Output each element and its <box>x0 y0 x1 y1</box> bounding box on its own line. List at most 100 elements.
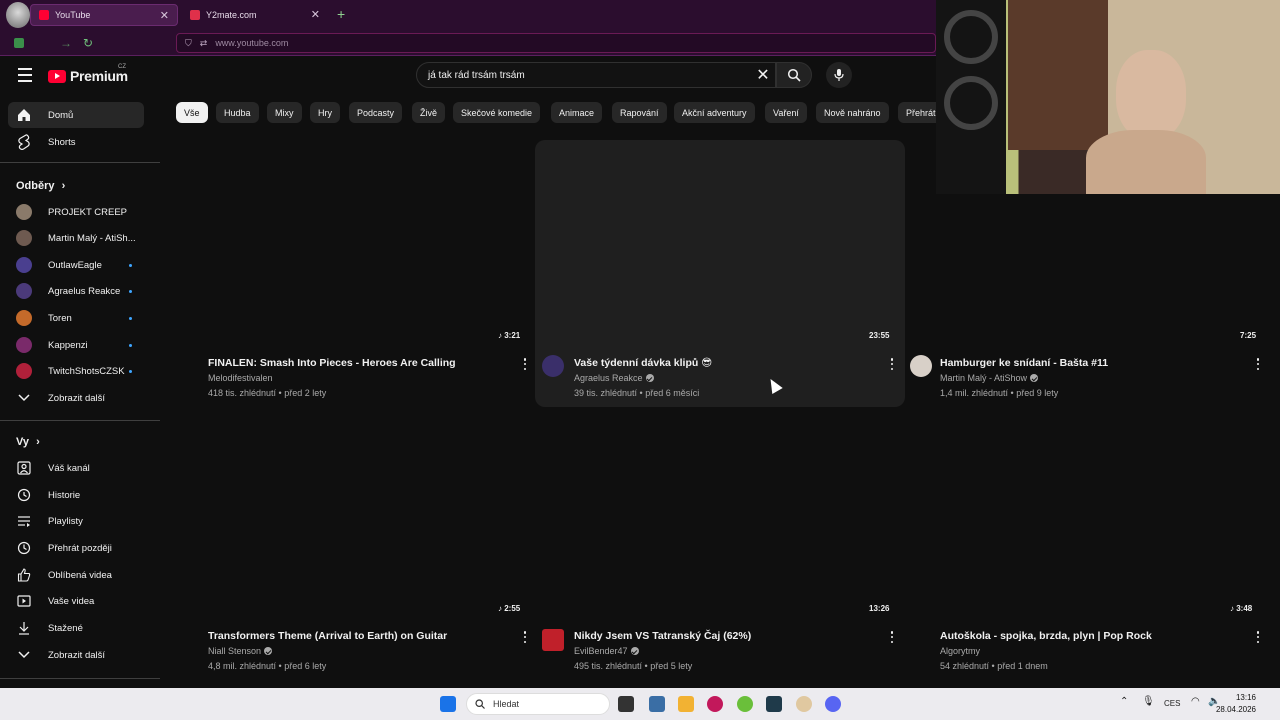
clear-search-icon[interactable]: ✕ <box>754 66 772 84</box>
chip-play[interactable]: Přehrát <box>898 102 936 123</box>
wifi-icon[interactable]: ◠ <box>1191 696 1200 707</box>
chip-sketch-comedy[interactable]: Skečové komedie <box>453 102 541 123</box>
channel-name[interactable]: Niall Stenson <box>208 646 273 656</box>
voice-search-button[interactable] <box>826 62 852 88</box>
sidebar-sub-twitchshots[interactable]: TwitchShotsCZSK <box>8 358 144 384</box>
video-thumbnail[interactable] <box>176 140 536 340</box>
url-text[interactable]: www.youtube.com <box>215 38 288 48</box>
store-icon[interactable] <box>649 696 665 712</box>
address-bar[interactable]: ⛉ ⇄ www.youtube.com <box>176 33 936 53</box>
chip-mixes[interactable]: Mixy <box>267 102 302 123</box>
sidebar-item-playlists[interactable]: Playlisty <box>8 508 144 534</box>
video-title[interactable]: Vaše týdenní dávka klipů 😎 <box>574 357 712 369</box>
you-heading-label[interactable]: Vy <box>16 436 29 448</box>
video-title[interactable]: Nikdy Jsem VS Tatranský Čaj (62%) <box>574 630 751 642</box>
microphone-icon[interactable]: 🎙 <box>1142 696 1155 707</box>
discord-icon[interactable] <box>825 696 841 712</box>
video-title[interactable]: Autoškola - spojka, brzda, plyn | Pop Ro… <box>940 630 1152 642</box>
video-title[interactable]: Hamburger ke snídaní - Bašta #11 <box>940 357 1108 369</box>
app-icon[interactable] <box>737 696 753 712</box>
more-actions-icon[interactable] <box>888 630 896 644</box>
video-thumbnail[interactable] <box>908 414 1268 614</box>
more-actions-icon[interactable] <box>1254 630 1262 644</box>
close-tab-icon[interactable]: ✕ <box>311 8 320 21</box>
more-actions-icon[interactable] <box>521 630 529 644</box>
channel-name[interactable]: Melodifestivalen <box>208 373 273 383</box>
tab-y2mate[interactable]: Y2mate.com ✕ <box>182 4 328 26</box>
channel-name[interactable]: EvilBender47 <box>574 646 639 656</box>
sidebar-item-your-channel[interactable]: Váš kanál <box>8 455 144 481</box>
subscriptions-heading[interactable]: Odběry › <box>16 180 65 192</box>
chip-action-adventure[interactable]: Akční adventury <box>674 102 755 123</box>
taskbar-search-placeholder[interactable]: Hledat <box>493 699 519 709</box>
sidebar-sub-martin-maly[interactable]: Martin Malý - AtiSh... <box>8 225 144 251</box>
channel-name[interactable]: Martin Malý - AtiShow <box>940 373 1039 383</box>
channel-name-text[interactable]: Agraelus Reakce <box>574 373 643 383</box>
sidebar-item-watch-later[interactable]: Přehrát později <box>8 535 144 561</box>
sidebar-sub-kappenzi[interactable]: Kappenzi <box>8 332 144 358</box>
chip-music[interactable]: Hudba <box>216 102 259 123</box>
channel-name-text[interactable]: EvilBender47 <box>574 646 628 656</box>
search-button[interactable] <box>776 62 812 88</box>
channel-avatar[interactable] <box>910 355 932 377</box>
chip-recently-uploaded[interactable]: Nově nahráno <box>816 102 889 123</box>
windows-start-icon[interactable] <box>440 696 456 712</box>
chip-rap[interactable]: Rapování <box>612 102 667 123</box>
video-title[interactable]: Transformers Theme (Arrival to Earth) on… <box>208 630 447 642</box>
sidebar-item-your-videos[interactable]: Vaše videa <box>8 588 144 614</box>
channel-name-text[interactable]: Martin Malý - AtiShow <box>940 373 1027 383</box>
close-tab-icon[interactable]: ✕ <box>160 9 169 22</box>
search-input[interactable]: já tak rád trsám trsám <box>416 62 776 88</box>
channel-avatar[interactable] <box>542 629 564 651</box>
chip-podcasts[interactable]: Podcasty <box>349 102 403 123</box>
sidebar-sub-outlaweagle[interactable]: OutlawEagle <box>8 252 144 278</box>
browser-avatar[interactable] <box>6 2 30 28</box>
forward-icon[interactable]: → <box>60 36 72 50</box>
more-actions-icon[interactable] <box>521 357 529 371</box>
app-icon[interactable] <box>796 696 812 712</box>
browser-icon[interactable] <box>707 696 723 712</box>
chevron-up-icon[interactable]: ⌃ <box>1120 696 1128 707</box>
sidebar-item-liked-videos[interactable]: Oblíbená videa <box>8 562 144 588</box>
channel-avatar[interactable] <box>542 355 564 377</box>
chip-all[interactable]: Vše <box>176 102 208 123</box>
taskbar-search[interactable]: Hledat <box>466 693 610 715</box>
sidebar-subs-show-more[interactable]: Zobrazit další <box>8 385 144 411</box>
sidebar-item-home[interactable]: Domů <box>8 102 144 128</box>
sidebar-item-history[interactable]: Historie <box>8 482 144 508</box>
language-indicator[interactable]: CES <box>1164 699 1180 708</box>
channel-name[interactable]: Agraelus Reakce <box>574 373 654 383</box>
video-thumbnail[interactable] <box>535 414 905 614</box>
chip-games[interactable]: Hry <box>310 102 340 123</box>
shield-icon[interactable]: ⛉ <box>185 38 192 49</box>
video-thumbnail[interactable] <box>176 414 536 614</box>
sidebar-sub-toren[interactable]: Toren <box>8 305 144 331</box>
chip-live[interactable]: Živě <box>412 102 446 123</box>
search-input-value[interactable]: já tak rád trsám trsám <box>428 70 525 81</box>
more-actions-icon[interactable] <box>888 357 896 371</box>
video-thumbnail[interactable] <box>535 140 905 340</box>
new-tab-icon[interactable]: + <box>337 6 345 22</box>
back-icon[interactable] <box>14 38 24 48</box>
hamburger-menu-icon[interactable] <box>14 64 36 86</box>
sidebar-sub-projekt-creep[interactable]: PROJEKT CREEP <box>8 199 144 225</box>
sidebar-sub-agraelus[interactable]: Agraelus Reakce <box>8 278 144 304</box>
youtube-premium-logo[interactable]: Premium CZ <box>48 64 128 86</box>
more-actions-icon[interactable] <box>1254 357 1262 371</box>
chip-cooking[interactable]: Vaření <box>765 102 807 123</box>
video-title[interactable]: FINALEN: Smash Into Pieces - Heroes Are … <box>208 357 456 369</box>
tab-youtube[interactable]: YouTube ✕ <box>30 4 178 26</box>
sidebar-item-shorts[interactable]: Shorts <box>8 129 144 155</box>
file-explorer-icon[interactable] <box>678 696 694 712</box>
sidebar-you-show-more[interactable]: Zobrazit další <box>8 642 144 668</box>
you-heading[interactable]: Vy › <box>16 436 40 448</box>
sidebar-item-downloads[interactable]: Stažené <box>8 615 144 641</box>
subscriptions-heading-label[interactable]: Odběry <box>16 180 55 192</box>
channel-name-text[interactable]: Niall Stenson <box>208 646 261 656</box>
app-icon[interactable] <box>766 696 782 712</box>
clock[interactable]: 13:16 28.04.2026 <box>1216 692 1256 716</box>
chip-animation[interactable]: Animace <box>551 102 603 123</box>
channel-name[interactable]: Algorytmy <box>940 646 980 656</box>
reload-icon[interactable]: ↻ <box>83 36 93 50</box>
permissions-icon[interactable]: ⇄ <box>200 38 208 49</box>
